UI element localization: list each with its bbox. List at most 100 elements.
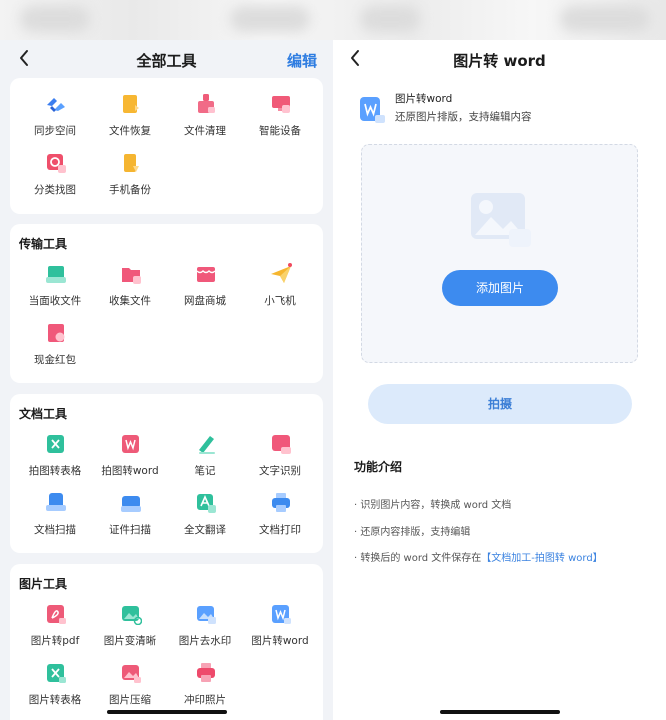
shoot-button[interactable]: 拍摄 [368, 384, 632, 424]
tool-label: 图片转表格 [28, 694, 82, 706]
tool-receive-face-to-face[interactable]: 当面收文件 [16, 263, 94, 317]
tool-image-compress[interactable]: 图片压缩 [91, 662, 169, 716]
tool-classify-photos[interactable]: 分类找图 [16, 152, 94, 206]
file-recovery-icon [123, 95, 139, 113]
print-photos-icon [197, 663, 215, 682]
tool-label: 文档扫描 [34, 524, 76, 536]
paper-plane-icon [271, 263, 292, 283]
tool-label: 图片变清晰 [103, 635, 157, 647]
tool-file-cleanup[interactable]: 文件清理 [166, 93, 244, 147]
tool-text-recognition[interactable]: 文字识别 [241, 433, 319, 487]
tool-remove-watermark[interactable]: 图片去水印 [166, 603, 244, 657]
tool-image-to-excel[interactable]: 图片转表格 [16, 662, 94, 716]
tool-image-to-word[interactable]: 图片转word [241, 603, 319, 657]
intro-item: · 识别图片内容，转换成 word 文档 [354, 500, 512, 511]
store-icon [196, 267, 216, 282]
home-indicator [440, 710, 560, 714]
edit-button[interactable]: 编辑 [287, 50, 317, 71]
tool-label: 文字识别 [259, 465, 301, 477]
tool-label: 图片去水印 [178, 635, 232, 647]
save-location-link[interactable]: 【文档加工-拍图转 word】 [481, 553, 602, 564]
tool-photo-to-excel[interactable]: 拍图转表格 [16, 433, 94, 487]
tools-card-general: 同步空间 文件恢复 文件清理 智能设备 分类找图 手机备份 [10, 78, 323, 214]
tool-cash-red-packet[interactable]: 现金红包 [16, 322, 94, 376]
section-title: 图片工具 [19, 577, 68, 591]
document-scan-icon [46, 493, 66, 511]
smart-device-icon [272, 96, 290, 113]
tool-image-enhance[interactable]: 图片变清晰 [91, 603, 169, 657]
tool-file-recovery[interactable]: 文件恢复 [91, 93, 169, 147]
tools-card-transfer: 传输工具 当面收文件 收集文件 网盘商城 小飞机 现金红包 [10, 224, 323, 383]
tool-label: 小飞机 [264, 295, 296, 307]
tool-label: 当面收文件 [28, 295, 82, 307]
tool-collect-files[interactable]: 收集文件 [91, 263, 169, 317]
intro-item-text: · 转换后的 word 文件保存在 [354, 553, 482, 564]
tool-label: 笔记 [194, 465, 216, 477]
tool-label: 网盘商城 [184, 295, 226, 307]
feature-description: 还原图片排版，支持编辑内容 [395, 111, 532, 123]
word-doc-icon [360, 97, 385, 123]
tool-label: 智能设备 [259, 125, 301, 137]
intro-item: · 转换后的 word 文件保存在【文档加工-拍图转 word】 [354, 549, 603, 564]
tool-sync-space[interactable]: 同步空间 [16, 93, 94, 147]
all-tools-panel: 全部工具 编辑 同步空间 文件恢复 文件清理 智能设备 分类找图 手机备份 传输… [0, 40, 333, 720]
sync-space-icon [47, 98, 65, 112]
tool-label: 分类找图 [34, 184, 76, 196]
phone-backup-icon [124, 154, 139, 172]
feature-name: 图片转word [395, 93, 453, 105]
tool-notes[interactable]: 笔记 [166, 433, 244, 487]
tool-label: 图片转word [251, 635, 309, 647]
tool-label: 文档打印 [259, 524, 301, 536]
tool-label: 图片压缩 [109, 694, 151, 706]
page-title: 图片转 word [453, 52, 546, 70]
tool-label: 证件扫描 [109, 524, 151, 536]
id-scan-icon [121, 496, 141, 512]
collect-files-icon [122, 268, 141, 284]
tool-netdisk-store[interactable]: 网盘商城 [166, 263, 244, 317]
tool-label: 文件恢复 [109, 125, 151, 137]
tool-label: 收集文件 [109, 295, 151, 307]
word-blue-icon [272, 605, 291, 624]
tool-print-photos[interactable]: 冲印照片 [166, 662, 244, 716]
screen: 全部工具 编辑 同步空间 文件恢复 文件清理 智能设备 分类找图 手机备份 传输… [0, 0, 666, 720]
tool-id-scan[interactable]: 证件扫描 [91, 492, 169, 546]
tool-photo-to-word[interactable]: 拍图转word [91, 433, 169, 487]
tool-document-print[interactable]: 文档打印 [241, 492, 319, 546]
tool-label: 现金红包 [34, 354, 76, 366]
tool-label: 图片转pdf [30, 635, 80, 647]
tool-document-scan[interactable]: 文档扫描 [16, 492, 94, 546]
intro-title: 功能介绍 [354, 460, 403, 474]
excel-icon [47, 435, 64, 453]
tool-label: 拍图转表格 [28, 465, 82, 477]
image-to-word-panel: 图片转 word 图片转word 还原图片排版，支持编辑内容 添加图片 拍摄 功… [333, 40, 666, 720]
tool-label: 同步空间 [34, 125, 76, 137]
page-title: 全部工具 [136, 52, 197, 70]
text-recognition-icon [272, 435, 291, 454]
printer-icon [272, 493, 290, 512]
tool-image-to-pdf[interactable]: 图片转pdf [16, 603, 94, 657]
pdf-icon [47, 605, 66, 624]
tools-card-image: 图片工具 图片转pdf 图片变清晰 图片去水印 图片转word 图片转表格 图片… [10, 564, 323, 720]
image-placeholder-icon [471, 193, 531, 247]
tool-smart-device[interactable]: 智能设备 [241, 93, 319, 147]
tool-paper-plane[interactable]: 小飞机 [241, 263, 319, 317]
tool-label: 手机备份 [109, 184, 151, 196]
tool-label: 拍图转word [101, 465, 159, 477]
tools-card-document: 文档工具 拍图转表格 拍图转word 笔记 文字识别 文档扫描 证件扫描 全文翻… [10, 394, 323, 553]
remove-watermark-icon [197, 606, 216, 624]
section-title: 传输工具 [19, 237, 68, 251]
tool-label: 全文翻译 [184, 524, 226, 536]
section-title: 文档工具 [19, 407, 68, 421]
upload-area[interactable]: 添加图片 [361, 144, 638, 363]
classify-photos-icon [47, 154, 66, 173]
file-cleanup-icon [198, 94, 215, 113]
tool-label: 冲印照片 [184, 694, 226, 706]
add-image-button[interactable]: 添加图片 [442, 270, 558, 306]
status-bar [0, 0, 666, 40]
tool-full-translate[interactable]: 全文翻译 [166, 492, 244, 546]
tool-label: 文件清理 [184, 125, 226, 137]
tool-phone-backup[interactable]: 手机备份 [91, 152, 169, 206]
excel-icon [47, 664, 66, 683]
navbar: 全部工具 编辑 [0, 40, 333, 78]
home-indicator [107, 710, 227, 714]
